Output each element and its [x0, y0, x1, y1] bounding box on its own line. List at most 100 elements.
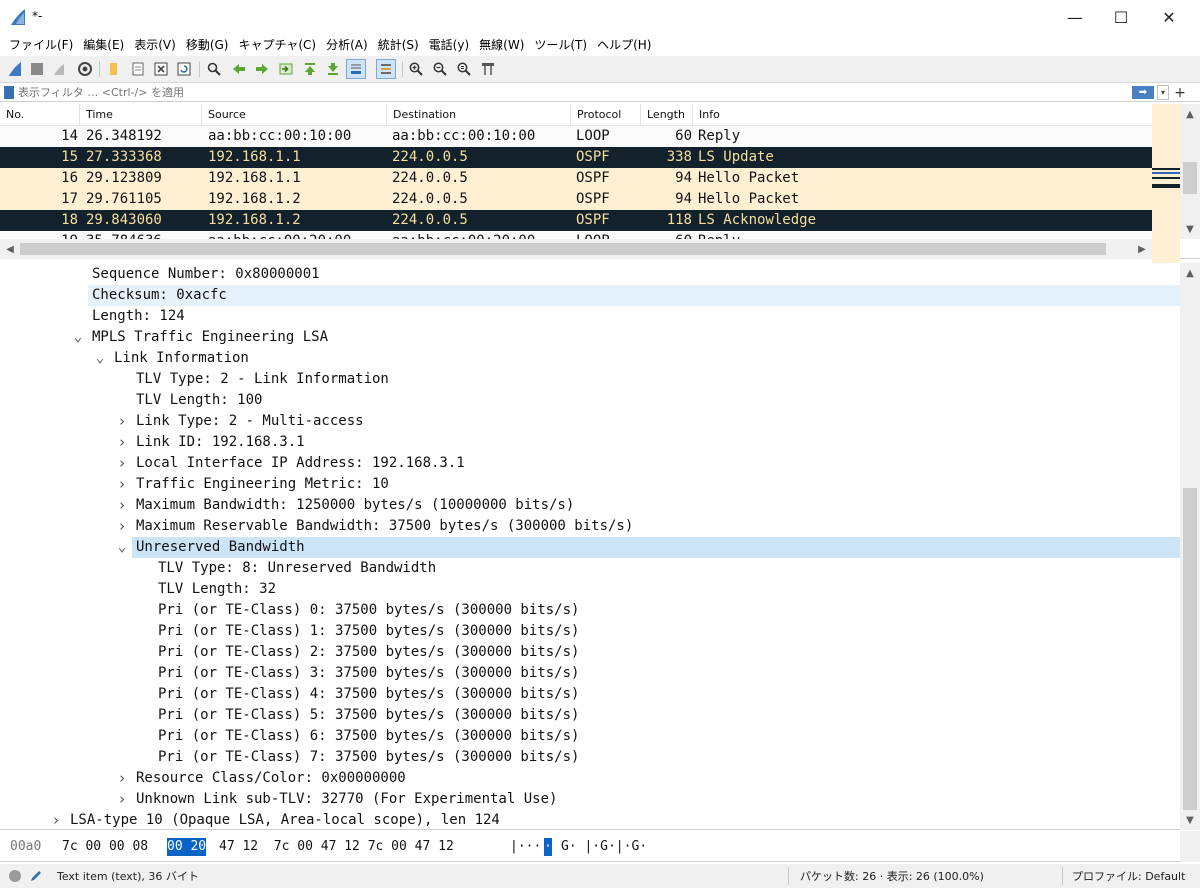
packet-row[interactable]: 18 29.843060 192.168.1.2 224.0.0.5 OSPF 118 LS… [0, 210, 1152, 231]
detail-tree-item[interactable]: Pri (or TE-Class) 7: 37500 bytes/s (3000… [0, 747, 1180, 768]
filter-bookmark-icon[interactable] [4, 86, 14, 99]
scroll-down-icon[interactable]: ▼ [1180, 810, 1200, 830]
menu-help[interactable]: ヘルプ(H) [592, 34, 656, 56]
menu-capture[interactable]: キャプチャ(C) [233, 34, 321, 56]
auto-scroll-icon[interactable] [346, 59, 366, 79]
scroll-right-icon[interactable]: ▶ [1132, 239, 1152, 259]
detail-tree-item[interactable]: › Maximum Bandwidth: 1250000 bytes/s (100… [0, 495, 1180, 516]
scroll-down-icon[interactable]: ▼ [1180, 219, 1200, 239]
detail-tree-item[interactable]: TLV Type: 8: Unreserved Bandwidth [0, 558, 1180, 579]
detail-tree-item[interactable]: ⌄ Link Information [0, 348, 1180, 369]
go-last-packet-icon[interactable] [323, 59, 343, 79]
zoom-in-icon[interactable] [406, 59, 426, 79]
close-file-icon[interactable] [151, 59, 171, 79]
packet-minimap[interactable] [1152, 104, 1180, 264]
bytes-hex-selected[interactable]: 00 20 [167, 838, 207, 856]
expanded-caret-icon[interactable]: ⌄ [115, 537, 129, 558]
menu-analyze[interactable]: 分析(A) [321, 34, 373, 56]
go-back-icon[interactable] [229, 59, 249, 79]
bytes-hex[interactable]: 7c 00 00 08 [62, 838, 148, 856]
packet-row[interactable]: 17 29.761105 192.168.1.2 224.0.0.5 OSPF 94 Hel… [0, 189, 1152, 210]
bytes-ascii[interactable]: G· |·G·|·G· [561, 838, 647, 856]
apply-filter-icon[interactable]: ➡ [1132, 86, 1154, 99]
menu-telephony[interactable]: 電話(y) [424, 34, 474, 56]
collapsed-caret-icon[interactable]: › [115, 432, 129, 453]
collapsed-caret-icon[interactable]: › [49, 810, 63, 830]
detail-tree-item[interactable]: Pri (or TE-Class) 2: 37500 bytes/s (3000… [0, 642, 1180, 663]
save-file-icon[interactable] [128, 59, 148, 79]
start-capture-icon[interactable] [5, 59, 25, 79]
column-header-info[interactable]: Info [693, 104, 1152, 126]
packet-list-horizontal-scrollbar[interactable]: ◀ ▶ [0, 239, 1152, 259]
column-header-destination[interactable]: Destination [387, 104, 571, 126]
packet-row[interactable]: 15 27.333368 192.168.1.1 224.0.0.5 OSPF 338 LS… [0, 147, 1152, 168]
detail-tree-item[interactable]: › Maximum Reservable Bandwidth: 37500 byt… [0, 516, 1180, 537]
bytes-hex[interactable]: 47 12 7c 00 47 12 7c 00 47 12 [219, 838, 454, 856]
display-filter-input[interactable] [18, 84, 1128, 101]
collapsed-caret-icon[interactable]: › [115, 495, 129, 516]
menu-edit[interactable]: 編集(E) [78, 34, 129, 56]
detail-tree-item[interactable]: Checksum: 0xacfc [0, 285, 1180, 306]
collapsed-caret-icon[interactable]: › [115, 453, 129, 474]
detail-tree-item[interactable]: ⌄ Unreserved Bandwidth [0, 537, 1180, 558]
expanded-caret-icon[interactable]: ⌄ [71, 327, 85, 348]
find-packet-icon[interactable] [204, 59, 224, 79]
packet-row[interactable]: 16 29.123809 192.168.1.1 224.0.0.5 OSPF 94 Hel… [0, 168, 1152, 189]
detail-tree-item[interactable]: › LSA-type 10 (Opaque LSA, Area-local sco… [0, 810, 1180, 830]
resize-columns-icon[interactable] [478, 59, 498, 79]
collapsed-caret-icon[interactable]: › [115, 411, 129, 432]
menu-file[interactable]: ファイル(F) [4, 34, 78, 56]
go-forward-icon[interactable] [252, 59, 272, 79]
details-vertical-scrollbar[interactable]: ▲ ▼ [1180, 263, 1200, 830]
close-button[interactable]: ✕ [1146, 0, 1192, 34]
menu-view[interactable]: 表示(V) [129, 34, 181, 56]
capture-options-icon[interactable] [75, 59, 95, 79]
column-header-protocol[interactable]: Protocol [571, 104, 641, 126]
detail-tree-item[interactable]: Sequence Number: 0x80000001 [0, 264, 1180, 285]
detail-tree-item[interactable]: Pri (or TE-Class) 4: 37500 bytes/s (3000… [0, 684, 1180, 705]
colorize-icon[interactable] [376, 59, 396, 79]
column-header-no[interactable]: No. [0, 104, 80, 126]
detail-tree-item[interactable]: Pri (or TE-Class) 1: 37500 bytes/s (3000… [0, 621, 1180, 642]
reload-file-icon[interactable] [174, 59, 194, 79]
column-header-length[interactable]: Length [641, 104, 693, 126]
edit-comment-icon[interactable] [28, 868, 44, 884]
go-first-packet-icon[interactable] [300, 59, 320, 79]
menu-wireless[interactable]: 無線(W) [474, 34, 529, 56]
menu-go[interactable]: 移動(G) [181, 34, 234, 56]
detail-tree-item[interactable]: TLV Type: 2 - Link Information [0, 369, 1180, 390]
go-to-packet-icon[interactable] [276, 59, 296, 79]
detail-tree-item[interactable]: TLV Length: 100 [0, 390, 1180, 411]
status-profile[interactable]: プロファイル: Default [1072, 868, 1185, 884]
packet-row[interactable]: 19 35.784636 aa:bb:cc:00:20:00 aa:bb:cc:00:… [0, 231, 1152, 239]
collapsed-caret-icon[interactable]: › [115, 516, 129, 537]
detail-tree-item[interactable]: TLV Length: 32 [0, 579, 1180, 600]
maximize-button[interactable]: ☐ [1098, 0, 1144, 34]
detail-tree-item[interactable]: Pri (or TE-Class) 0: 37500 bytes/s (3000… [0, 600, 1180, 621]
detail-tree-item[interactable]: › Resource Class/Color: 0x00000000 [0, 768, 1180, 789]
minimize-button[interactable]: — [1052, 0, 1098, 34]
collapsed-caret-icon[interactable]: › [115, 789, 129, 810]
detail-tree-item[interactable]: › Unknown Link sub-TLV: 32770 (For Experi… [0, 789, 1180, 810]
detail-tree-item[interactable]: › Traffic Engineering Metric: 10 [0, 474, 1180, 495]
add-filter-button[interactable]: + [1173, 84, 1187, 101]
scroll-up-icon[interactable]: ▲ [1180, 263, 1200, 283]
detail-tree-item[interactable]: Pri (or TE-Class) 3: 37500 bytes/s (3000… [0, 663, 1180, 684]
column-header-time[interactable]: Time [80, 104, 202, 126]
detail-tree-item[interactable]: › Local Interface IP Address: 192.168.3.1 [0, 453, 1180, 474]
bytes-ascii-selected[interactable]: · [544, 838, 552, 856]
detail-tree-item[interactable]: Length: 124 [0, 306, 1180, 327]
collapsed-caret-icon[interactable]: › [115, 768, 129, 789]
menu-tools[interactable]: ツール(T) [529, 34, 592, 56]
zoom-reset-icon[interactable] [454, 59, 474, 79]
scroll-left-icon[interactable]: ◀ [0, 239, 20, 259]
packet-row[interactable]: 14 26.348192 aa:bb:cc:00:10:00 aa:bb:cc:00:… [0, 126, 1152, 147]
bytes-ascii[interactable]: |··· [510, 838, 541, 856]
packet-list-vertical-scrollbar[interactable]: ▲ ▼ [1180, 104, 1200, 239]
bytes-vertical-scrollbar[interactable] [1180, 831, 1200, 862]
detail-tree-item[interactable]: ⌄ MPLS Traffic Engineering LSA [0, 327, 1180, 348]
zoom-out-icon[interactable] [430, 59, 450, 79]
detail-tree-item[interactable]: Pri (or TE-Class) 5: 37500 bytes/s (3000… [0, 705, 1180, 726]
detail-tree-item[interactable]: › Link Type: 2 - Multi-access [0, 411, 1180, 432]
restart-capture-icon[interactable] [49, 59, 69, 79]
